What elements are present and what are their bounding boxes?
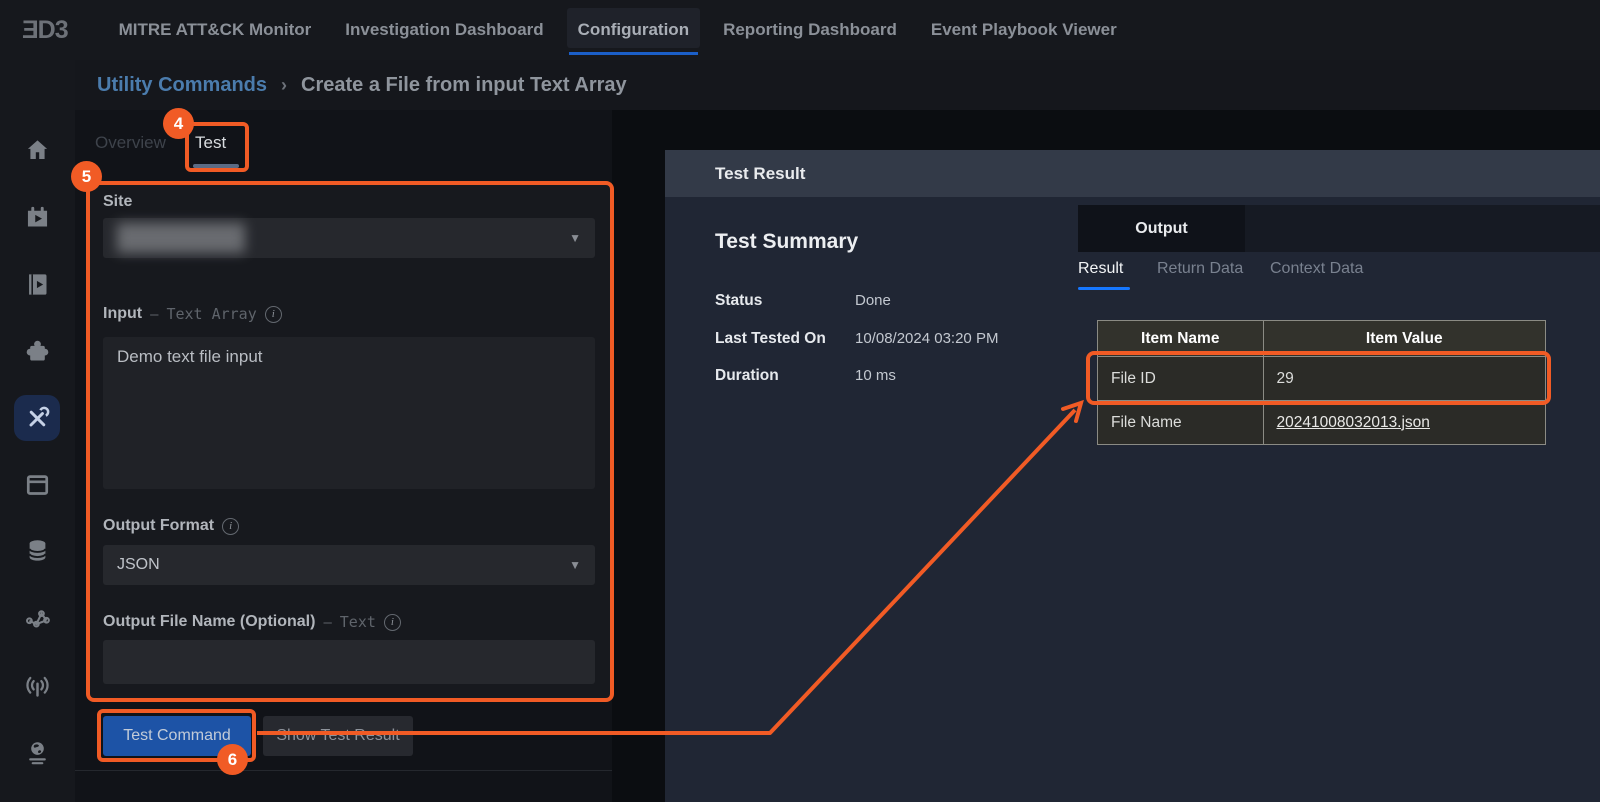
summary-value: Done [855, 292, 891, 309]
info-icon[interactable]: i [384, 614, 401, 631]
output-format-value: JSON [117, 556, 160, 574]
tab-output[interactable]: Output [1078, 205, 1245, 252]
output-file-name-type-hint: Text [340, 613, 376, 631]
calendar-icon[interactable] [14, 461, 60, 507]
file-name-link[interactable]: 20241008032013.json [1277, 414, 1430, 431]
nav-item-reporting-dashboard[interactable]: Reporting Dashboard [706, 0, 914, 60]
output-format-label: Output Format [103, 517, 214, 535]
col-header-item-value: Item Value [1263, 321, 1546, 357]
test-result-header: Test Result [665, 150, 1600, 197]
dash: – [150, 306, 158, 323]
summary-value: 10 ms [855, 367, 896, 384]
test-result-title: Test Result [715, 164, 805, 184]
summary-label: Last Tested On [715, 330, 826, 348]
test-form: Site ▼ Input – Text Array i Demo text fi… [88, 183, 612, 700]
test-command-button[interactable]: Test Command [103, 716, 251, 756]
cell-file-name-value: 20241008032013.json [1263, 401, 1546, 445]
breadcrumb: Utility Commands › Create a File from in… [75, 60, 1600, 110]
output-file-name-input[interactable] [103, 640, 595, 684]
top-nav: ƎD3 MITRE ATT&CK Monitor Investigation D… [0, 0, 1600, 60]
breadcrumb-utility-commands-link[interactable]: Utility Commands [97, 74, 267, 97]
cell-file-id-name: File ID [1098, 357, 1264, 401]
share-nodes-icon[interactable] [14, 595, 60, 641]
nav-item-investigation-dashboard[interactable]: Investigation Dashboard [328, 0, 560, 60]
nav-item-event-playbook-viewer[interactable]: Event Playbook Viewer [914, 0, 1134, 60]
show-test-result-button[interactable]: Show Test Result [263, 716, 413, 756]
site-redacted-value [117, 223, 245, 253]
page-title: Create a File from input Text Array [301, 74, 627, 97]
nav-active-underline [569, 52, 698, 55]
output-file-name-label: Output File Name (Optional) [103, 613, 315, 631]
nav-item-configuration[interactable]: Configuration [561, 0, 706, 60]
info-icon[interactable]: i [222, 518, 239, 535]
chevron-down-icon: ▼ [569, 231, 581, 245]
summary-label: Status [715, 292, 762, 310]
tab-overview[interactable]: Overview [95, 133, 166, 153]
info-icon[interactable]: i [265, 306, 282, 323]
command-test-panel: Overview Test Site ▼ Input – Text Array … [75, 110, 612, 802]
subtab-return-data[interactable]: Return Data [1157, 260, 1243, 278]
document-edit-icon[interactable] [14, 798, 60, 802]
tab-test-underline [193, 164, 239, 168]
database-icon[interactable] [14, 527, 60, 573]
site-label: Site [103, 193, 132, 211]
input-textarea[interactable]: Demo text file input [103, 337, 595, 489]
site-select[interactable]: ▼ [103, 218, 595, 258]
col-header-item-name: Item Name [1098, 321, 1264, 357]
summary-label: Duration [715, 367, 779, 385]
broadcast-icon[interactable] [14, 663, 60, 709]
summary-row-status: Status Done [715, 292, 1075, 316]
table-row-file-name: File Name 20241008032013.json [1098, 401, 1546, 445]
nav-item-mitre-attck-monitor[interactable]: MITRE ATT&CK Monitor [102, 0, 329, 60]
summary-row-last-tested: Last Tested On 10/08/2024 03:20 PM [715, 330, 1075, 354]
result-table: Item Name Item Value File ID 29 File Nam… [1097, 320, 1546, 445]
video-library-icon[interactable] [14, 261, 60, 307]
puzzle-icon[interactable] [14, 328, 60, 374]
nav-item-label: Configuration [578, 20, 689, 40]
subtab-context-data[interactable]: Context Data [1270, 260, 1363, 278]
subtab-result-underline [1078, 287, 1130, 290]
cell-file-id-value: 29 [1263, 357, 1546, 401]
left-sidebar [0, 60, 75, 802]
input-label: Input [103, 305, 142, 323]
test-result-panel: Test Result Test Summary Status Done Las… [665, 150, 1600, 802]
cell-file-name-name: File Name [1098, 401, 1264, 445]
table-header-row: Item Name Item Value [1098, 321, 1546, 357]
summary-value: 10/08/2024 03:20 PM [855, 330, 998, 347]
test-summary-title: Test Summary [715, 230, 858, 254]
d3-logo[interactable]: ƎD3 [22, 16, 68, 45]
dash: – [323, 614, 331, 631]
table-row-file-id: File ID 29 [1098, 357, 1546, 401]
calendar-play-icon[interactable] [14, 194, 60, 240]
summary-row-duration: Duration 10 ms [715, 367, 1075, 391]
tab-test[interactable]: Test [195, 133, 226, 153]
tools-icon[interactable] [14, 395, 60, 441]
site-label-row: Site [103, 193, 132, 211]
subtab-result[interactable]: Result [1078, 260, 1123, 278]
output-format-select[interactable]: JSON ▼ [103, 545, 595, 585]
output-file-name-label-row: Output File Name (Optional) – Text i [103, 613, 401, 631]
chevron-down-icon: ▼ [569, 558, 581, 572]
globe-publish-icon[interactable] [14, 730, 60, 776]
breadcrumb-chevron-icon: › [281, 75, 287, 96]
input-type-hint: Text Array [166, 305, 256, 323]
app-root: ƎD3 MITRE ATT&CK Monitor Investigation D… [0, 0, 1600, 802]
input-label-row: Input – Text Array i [103, 305, 282, 323]
output-format-label-row: Output Format i [103, 517, 239, 535]
home-icon[interactable] [14, 127, 60, 173]
divider [75, 770, 612, 771]
